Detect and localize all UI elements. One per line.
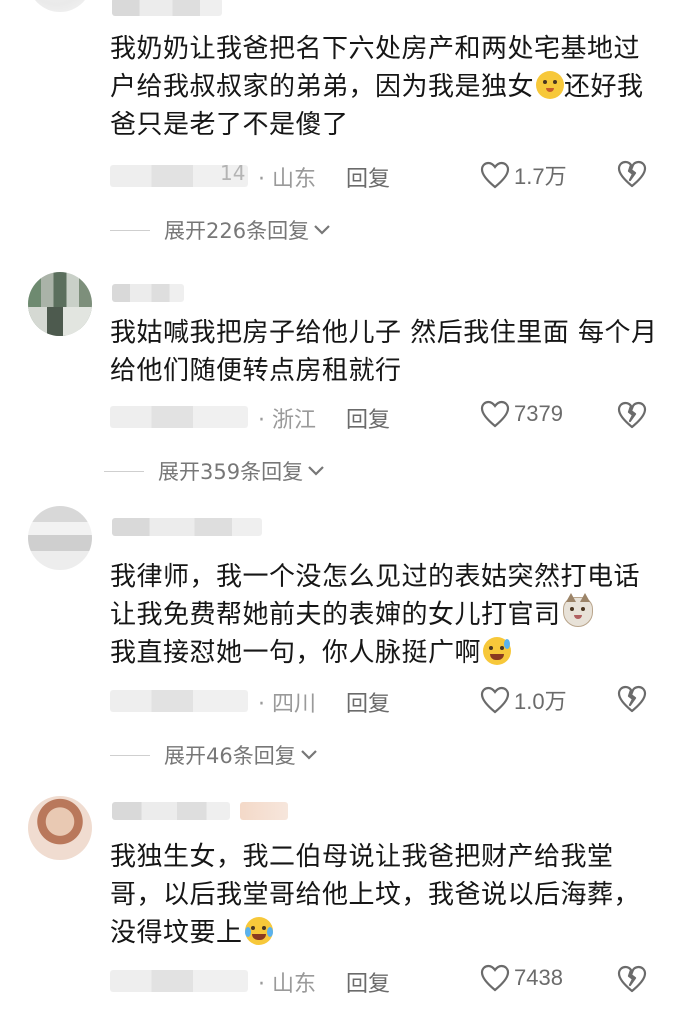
comment-meta: 14 · 山东 回复 1.7万 <box>110 159 670 193</box>
dislike-button[interactable] <box>616 964 648 1000</box>
comment-text-part: 我独生女，我二伯母说让我爸把财产给我堂哥，以后我堂哥给他上坟，我爸说以后海葬，没… <box>110 842 641 948</box>
comment-meta: · 浙江 回复 7379 <box>110 400 670 434</box>
like-count: 7438 <box>514 965 563 990</box>
expand-replies[interactable]: 展开359条回复 <box>104 456 325 486</box>
chevron-down-icon <box>300 750 317 760</box>
divider <box>104 470 144 472</box>
username-blurred[interactable] <box>112 284 184 302</box>
cat-face-emoji-icon <box>562 593 593 627</box>
comment-text: 我律师，我一个没怎么见过的表姑突然打电话让我免费帮她前夫的表婶的女儿打官司我直接… <box>110 558 660 672</box>
expand-replies[interactable]: 展开46条回复 <box>110 740 318 770</box>
like-button[interactable]: 7438 <box>480 964 563 992</box>
location: · 山东 <box>258 167 316 192</box>
reply-button[interactable]: 回复 <box>346 966 390 998</box>
date-blurred <box>110 970 248 992</box>
date-blurred <box>110 690 248 712</box>
laugh-cry-emoji-icon <box>244 917 273 945</box>
expand-replies-label: 展开46条回复 <box>164 744 296 768</box>
comment-meta: · 山东 回复 7438 <box>110 964 670 998</box>
avatar[interactable] <box>28 506 92 570</box>
reply-button[interactable]: 回复 <box>346 161 390 193</box>
avatar[interactable] <box>28 796 92 860</box>
hush-face-emoji-icon <box>536 71 565 99</box>
comment-text: 我独生女，我二伯母说让我爸把财产给我堂哥，以后我堂哥给他上坟，我爸说以后海葬，没… <box>110 838 660 952</box>
divider <box>110 229 150 231</box>
broken-heart-icon <box>617 401 647 429</box>
expand-replies-label: 展开226条回复 <box>164 219 310 243</box>
avatar[interactable] <box>28 272 92 336</box>
dislike-button[interactable] <box>616 159 648 195</box>
comment-meta: · 四川 回复 1.0万 <box>110 684 670 718</box>
expand-replies[interactable]: 展开226条回复 <box>110 215 331 245</box>
comment-text: 我奶奶让我爸把名下六处房产和两处宅基地过户给我叔叔家的弟弟，因为我是独女 还好我爸… <box>110 30 660 144</box>
expand-replies-label: 展开359条回复 <box>158 460 304 484</box>
like-button[interactable]: 1.7万 <box>480 159 567 191</box>
heart-icon <box>480 161 510 189</box>
like-count: 1.7万 <box>514 164 567 189</box>
user-badge-blurred <box>240 802 288 820</box>
heart-icon <box>480 400 510 428</box>
broken-heart-icon <box>617 965 647 993</box>
divider <box>110 754 150 756</box>
heart-icon <box>480 964 510 992</box>
reply-button[interactable]: 回复 <box>346 686 390 718</box>
like-count: 7379 <box>514 401 563 426</box>
dislike-button[interactable] <box>616 400 648 436</box>
date-blurred <box>110 406 248 428</box>
comment-text: 我姑喊我把房子给他儿子 然后我住里面 每个月给他们随便转点房租就行 <box>110 318 658 386</box>
dislike-button[interactable] <box>616 684 648 720</box>
avatar[interactable] <box>28 0 92 12</box>
chevron-down-icon <box>308 466 324 476</box>
reply-button[interactable]: 回复 <box>346 402 390 434</box>
location: · 四川 <box>258 692 316 717</box>
like-count: 1.0万 <box>514 689 567 714</box>
sweat-smile-emoji-icon <box>483 637 512 665</box>
username-blurred[interactable] <box>112 518 262 536</box>
comment-text-part: 我直接怼她一句，你人脉挺广啊 <box>110 638 482 668</box>
username-blurred[interactable] <box>112 0 222 16</box>
comment-text-part: 我律师，我一个没怎么见过的表姑突然打电话让我免费帮她前夫的表婶的女儿打官司 <box>110 562 641 630</box>
date-tail: 14 <box>220 161 246 185</box>
username-blurred[interactable] <box>112 802 230 820</box>
chevron-down-icon <box>314 225 330 235</box>
broken-heart-icon <box>617 160 647 188</box>
location: · 浙江 <box>258 408 316 433</box>
like-button[interactable]: 1.0万 <box>480 684 567 716</box>
like-button[interactable]: 7379 <box>480 400 563 428</box>
broken-heart-icon <box>617 685 647 713</box>
heart-icon <box>480 686 510 714</box>
location: · 山东 <box>258 972 316 997</box>
